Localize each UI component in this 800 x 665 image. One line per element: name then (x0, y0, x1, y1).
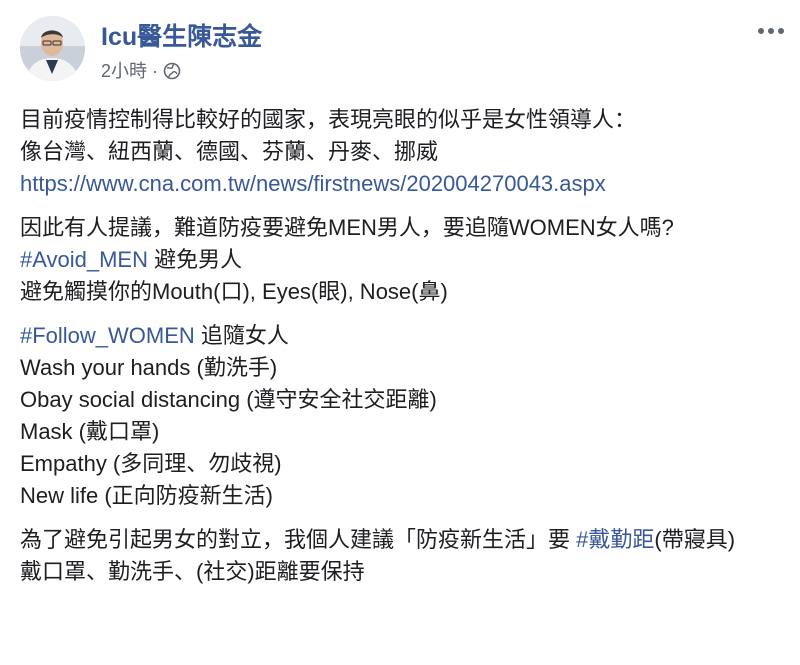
profile-photo (20, 16, 85, 81)
text-line: 目前疫情控制得比較好的國家，表現亮眼的似乎是女性領導人： (20, 107, 637, 132)
more-horizontal-icon (758, 28, 784, 34)
post-body: 目前疫情控制得比較好的國家，表現亮眼的似乎是女性領導人： 像台灣、紐西蘭、德國、… (20, 104, 786, 600)
text-line: 為了避免引起男女的對立，我個人建議「防疫新生活」要 #戴勤距(帶寢具) (20, 524, 786, 556)
facebook-post: Icu醫生陳志金 2小時 · 目前疫情控制得比較好的國家，表現亮眼的似乎是女性領… (0, 0, 800, 665)
hashtag-caption: 避免男人 (148, 247, 243, 272)
paragraph-1: 目前疫情控制得比較好的國家，表現亮眼的似乎是女性領導人： 像台灣、紐西蘭、德國、… (20, 104, 786, 200)
text-fragment: (帶寢具) (654, 527, 736, 552)
post-meta: 2小時 · (101, 60, 181, 82)
hashtag-line: #Avoid_MEN 避免男人 (20, 244, 786, 276)
text-line: 因此有人提議，難道防疫要避免MEN男人，要追隨WOMEN女人嗎? (20, 215, 674, 240)
hashtag-avoid-men[interactable]: #Avoid_MEN (20, 247, 148, 272)
text-line: 戴口罩、勤洗手、(社交)距離要保持 (20, 559, 365, 584)
meta-separator: · (152, 61, 159, 81)
list-item: Wash your hands (勤洗手) (20, 355, 278, 380)
paragraph-3: #Follow_WOMEN 追隨女人 Wash your hands (勤洗手)… (20, 320, 786, 512)
text-line: 避免觸摸你的Mouth(口), Eyes(眼), Nose(鼻) (20, 279, 448, 304)
hashtag-line: #Follow_WOMEN 追隨女人 (20, 320, 786, 352)
avatar[interactable] (20, 16, 85, 81)
paragraph-2: 因此有人提議，難道防疫要避免MEN男人，要追隨WOMEN女人嗎? #Avoid_… (20, 212, 786, 308)
text-line: 像台灣、紐西蘭、德國、芬蘭、丹麥、挪威 (20, 139, 439, 164)
list-item: Mask (戴口罩) (20, 419, 160, 444)
text-fragment: 為了避免引起男女的對立，我個人建議「防疫新生活」要 (20, 527, 577, 552)
more-options-button[interactable] (754, 16, 788, 46)
author-name[interactable]: Icu醫生陳志金 (101, 22, 262, 52)
list-item: New life (正向防疫新生活) (20, 483, 274, 508)
hashtag-caption: 追隨女人 (194, 323, 289, 348)
hashtag-follow-women[interactable]: #Follow_WOMEN (20, 323, 195, 348)
hashtag-dai-qin-ju[interactable]: #戴勤距 (576, 527, 654, 552)
news-link[interactable]: https://www.cna.com.tw/news/firstnews/20… (20, 171, 606, 196)
globe-icon[interactable] (163, 62, 181, 80)
list-item: Empathy (多同理、勿歧視) (20, 451, 282, 476)
list-item: Obay social distancing (遵守安全社交距離) (20, 387, 437, 412)
post-timestamp[interactable]: 2小時 (101, 60, 147, 82)
paragraph-4: 為了避免引起男女的對立，我個人建議「防疫新生活」要 #戴勤距(帶寢具) 戴口罩、… (20, 524, 786, 588)
